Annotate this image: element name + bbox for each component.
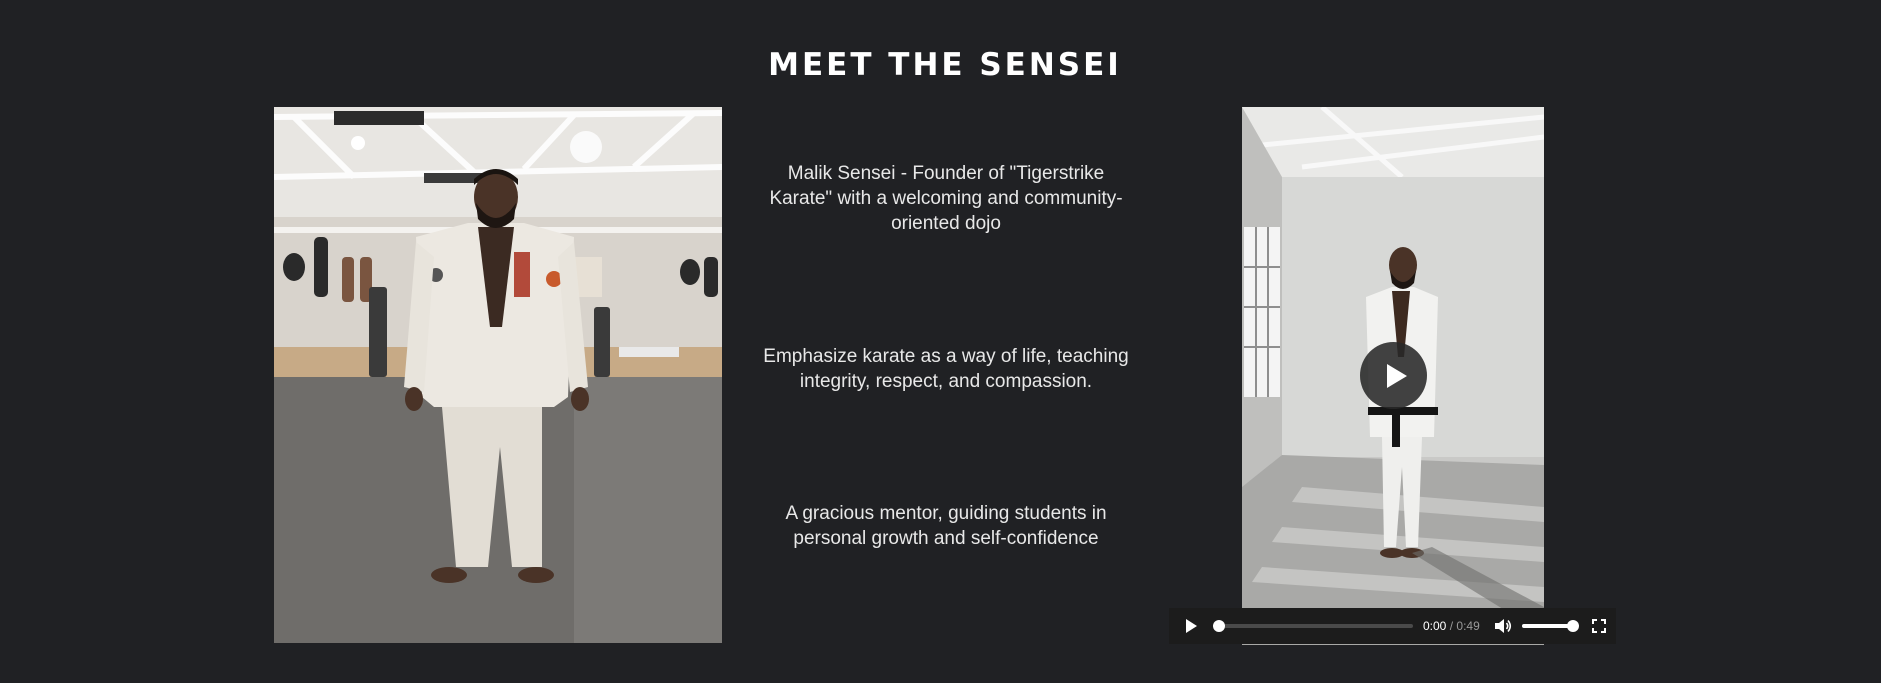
current-time: 0:00	[1423, 619, 1447, 633]
video-play-overlay-button[interactable]	[1360, 342, 1427, 409]
seek-bar[interactable]	[1213, 620, 1413, 632]
play-icon[interactable]	[1186, 619, 1197, 633]
sensei-photo	[274, 107, 722, 643]
section-title: MEET THE SENSEI	[768, 46, 1122, 83]
volume-icon[interactable]	[1494, 618, 1512, 634]
duration: 0:49	[1456, 619, 1480, 633]
sensei-photo-illustration	[274, 107, 722, 643]
fullscreen-icon[interactable]	[1591, 619, 1606, 633]
seek-thumb[interactable]	[1213, 620, 1225, 632]
bio-philosophy: Emphasize karate as a way of life, teach…	[763, 346, 1129, 392]
volume-slider[interactable]	[1521, 620, 1579, 632]
bio-mentor: A gracious mentor, guiding students in p…	[785, 503, 1107, 549]
time-separator: /	[1449, 619, 1454, 633]
time-display: 0:00 / 0:49	[1423, 619, 1480, 633]
video-controls: 0:00 / 0:49	[1169, 608, 1616, 644]
volume-thumb[interactable]	[1566, 620, 1579, 632]
bio-founder: Malik Sensei - Founder of "Tigerstrike K…	[769, 163, 1123, 234]
play-icon	[1386, 363, 1407, 388]
